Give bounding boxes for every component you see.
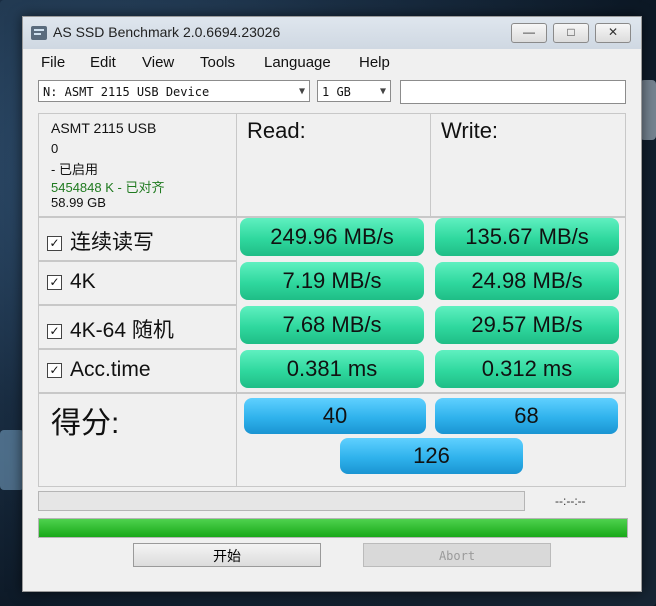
score-write: 68	[435, 398, 618, 434]
info-text-field[interactable]	[400, 80, 626, 104]
drive-name: ASMT 2115 USB	[51, 120, 157, 136]
chevron-down-icon: ▼	[379, 86, 386, 97]
drive-select-value: N: ASMT 2115 USB Device	[43, 85, 210, 99]
score-read: 40	[244, 398, 426, 434]
menu-edit[interactable]: Edit	[90, 54, 116, 71]
checkbox-icon[interactable]: ✓	[47, 274, 62, 290]
test-progress-bar	[38, 491, 525, 511]
score-label: 得分:	[51, 407, 120, 440]
total-progress-bar	[38, 518, 628, 538]
menu-bar: File Edit View Tools Language Help	[23, 51, 641, 73]
test-row-4k64: ✓ 4K-64 随机	[38, 305, 237, 349]
menu-view[interactable]: View	[142, 54, 174, 71]
result-write-4k64: 29.57 MB/s	[435, 306, 619, 344]
result-read-seq: 249.96 MB/s	[240, 218, 424, 256]
score-label-panel: 得分:	[38, 393, 237, 487]
test-row-acctime: ✓ Acc.time	[38, 349, 237, 393]
write-header: Write:	[441, 118, 499, 143]
drive-alignment: 5454848 K - 已对齐	[51, 180, 165, 195]
abort-button[interactable]: Abort	[363, 543, 551, 567]
close-button[interactable]: ✕	[595, 23, 631, 43]
app-icon	[31, 26, 47, 40]
checkbox-icon[interactable]: ✓	[47, 323, 62, 339]
write-header-panel: Write:	[430, 113, 626, 217]
chevron-down-icon: ▼	[298, 86, 305, 97]
maximize-button[interactable]: □	[553, 23, 589, 43]
menu-help[interactable]: Help	[359, 54, 390, 71]
background-shape	[640, 80, 656, 140]
window-title: AS SSD Benchmark 2.0.6694.23026	[53, 24, 281, 40]
result-read-acctime: 0.381 ms	[240, 350, 424, 388]
drive-status: - 已启用	[51, 162, 98, 177]
test-label-seq[interactable]: ✓ 连续读写	[47, 226, 154, 256]
test-label-4k[interactable]: ✓ 4K	[47, 270, 96, 294]
result-write-4k: 24.98 MB/s	[435, 262, 619, 300]
test-label-4k64[interactable]: ✓ 4K-64 随机	[47, 314, 174, 344]
total-progress-fill	[39, 519, 627, 537]
score-total: 126	[340, 438, 523, 474]
menu-tools[interactable]: Tools	[200, 54, 235, 71]
elapsed-time: --:--:--	[555, 494, 586, 508]
start-button[interactable]: 开始	[133, 543, 321, 567]
menu-file[interactable]: File	[41, 54, 65, 71]
background-shape	[0, 430, 24, 490]
drive-capacity: 58.99 GB	[51, 195, 106, 210]
minimize-button[interactable]: —	[511, 23, 547, 43]
read-header-panel: Read:	[236, 113, 431, 217]
drive-select[interactable]: N: ASMT 2115 USB Device ▼	[38, 80, 310, 102]
app-window: AS SSD Benchmark 2.0.6694.23026 — □ ✕ Fi…	[22, 16, 642, 592]
title-bar[interactable]: AS SSD Benchmark 2.0.6694.23026 — □ ✕	[23, 17, 641, 49]
test-row-seq: ✓ 连续读写	[38, 217, 237, 261]
checkbox-icon[interactable]: ✓	[47, 235, 62, 251]
checkbox-icon[interactable]: ✓	[47, 362, 62, 378]
result-read-4k: 7.19 MB/s	[240, 262, 424, 300]
test-label-acctime[interactable]: ✓ Acc.time	[47, 358, 151, 382]
test-row-4k: ✓ 4K	[38, 261, 237, 305]
size-select-value: 1 GB	[322, 85, 351, 99]
result-write-acctime: 0.312 ms	[435, 350, 619, 388]
menu-language[interactable]: Language	[264, 54, 331, 71]
result-read-4k64: 7.68 MB/s	[240, 306, 424, 344]
size-select[interactable]: 1 GB ▼	[317, 80, 391, 102]
drive-info-line: 0	[51, 141, 59, 156]
read-header: Read:	[247, 118, 306, 143]
drive-info-panel: ASMT 2115 USB 0 - 已启用 5454848 K - 已对齐 58…	[38, 113, 237, 217]
result-write-seq: 135.67 MB/s	[435, 218, 619, 256]
